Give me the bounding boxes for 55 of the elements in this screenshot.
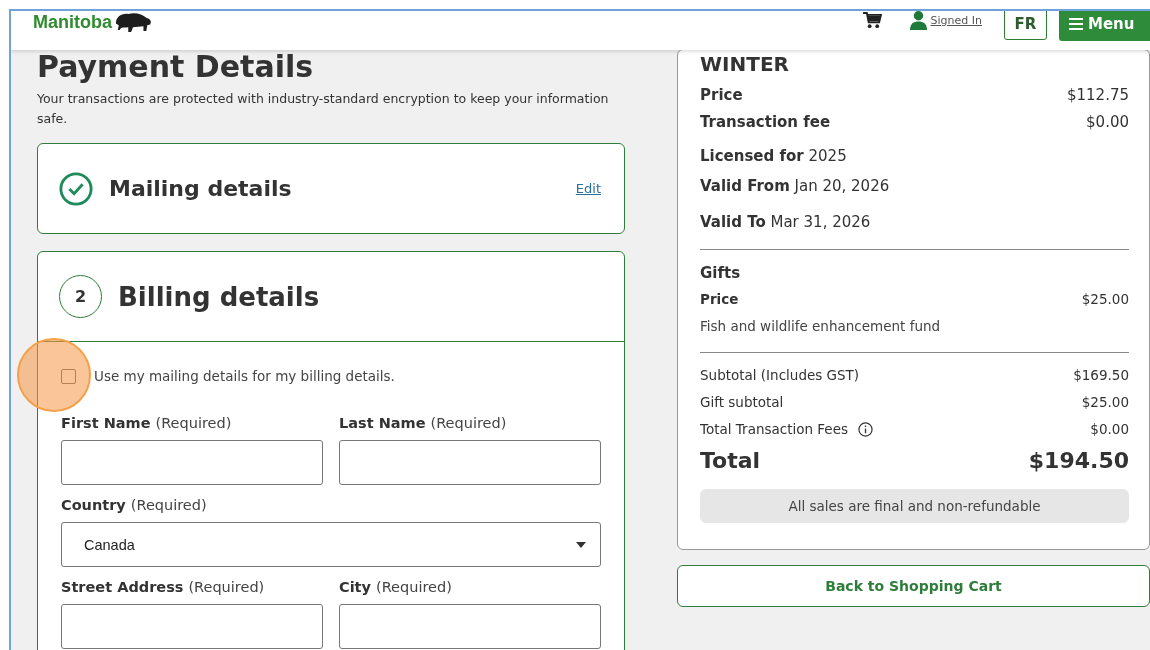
product-title: WINTER <box>700 51 790 76</box>
required-note: (Required) <box>188 579 265 595</box>
total-value: $0.00 <box>1090 421 1129 437</box>
total-label: Gift subtotal <box>700 394 784 410</box>
input-field[interactable] <box>339 604 601 649</box>
field-label: Street Address <box>61 579 184 595</box>
required-note: (Required) <box>155 415 232 431</box>
checkbox-label: Use my mailing details for my billing details. <box>94 368 395 384</box>
field-label: First Name <box>61 415 151 431</box>
input-field[interactable] <box>339 440 601 485</box>
detail-text: Valid To Mar 31, 2026 <box>700 213 872 231</box>
total-value: $25.00 <box>1081 394 1129 410</box>
input-field[interactable] <box>61 440 323 485</box>
price-label: Transaction fee <box>700 113 831 131</box>
field-label: Last Name <box>339 415 426 431</box>
field-label: City <box>339 579 371 595</box>
intro-text: Your transactions are protected with industry-standard encryption to keep your information safe. <box>37 90 610 128</box>
price-value: $112.75 <box>1066 86 1129 104</box>
required-note: (Required) <box>430 415 507 431</box>
caret-icon <box>576 541 586 548</box>
checkbox[interactable] <box>61 368 76 384</box>
menu-icon <box>1069 18 1083 30</box>
info-icon[interactable] <box>858 421 873 437</box>
back-to-cart-button[interactable]: Back to Shopping Cart <box>677 565 1150 607</box>
gift-description: Fish and wildlife enhancement fund <box>700 318 942 334</box>
price-value: $25.00 <box>1081 291 1129 307</box>
total-label: Total Transaction Fees <box>700 421 848 437</box>
price-label: Price <box>700 291 739 307</box>
gifts-heading: Gifts <box>700 264 742 282</box>
language-button[interactable]: FR <box>1004 11 1047 40</box>
bison-icon <box>114 12 152 33</box>
edit-link[interactable]: Edit <box>575 181 601 196</box>
menu-button[interactable]: Menu <box>1059 11 1150 41</box>
cart-icon[interactable] <box>862 12 882 29</box>
price-label: Price <box>700 86 743 104</box>
price-value: $0.00 <box>1086 113 1129 131</box>
total-value: $169.50 <box>1073 367 1129 383</box>
person-icon <box>909 11 927 30</box>
signed-in-link[interactable]: Signed In <box>930 14 982 27</box>
detail-text: Valid From Jan 20, 2026 <box>700 177 891 195</box>
required-note: (Required) <box>376 579 452 595</box>
total-label: Total <box>700 448 761 473</box>
notice-banner: All sales are final and non-refundable <box>700 489 1129 523</box>
check-circle-icon <box>59 171 93 206</box>
input-field[interactable] <box>61 604 323 649</box>
section-title: Mailing details <box>109 176 293 201</box>
total-label: Subtotal (Includes GST) <box>700 367 860 383</box>
detail-text: Licensed for 2025 <box>700 147 848 165</box>
logo-text[interactable]: Manitoba <box>33 12 112 33</box>
required-note: (Required) <box>130 497 207 513</box>
field-label: Country <box>61 497 126 513</box>
section-title: Billing details <box>118 281 321 312</box>
country-select[interactable]: Canada <box>61 522 601 567</box>
page-title: Payment Details <box>37 50 315 84</box>
total-value: $194.50 <box>1028 448 1129 473</box>
